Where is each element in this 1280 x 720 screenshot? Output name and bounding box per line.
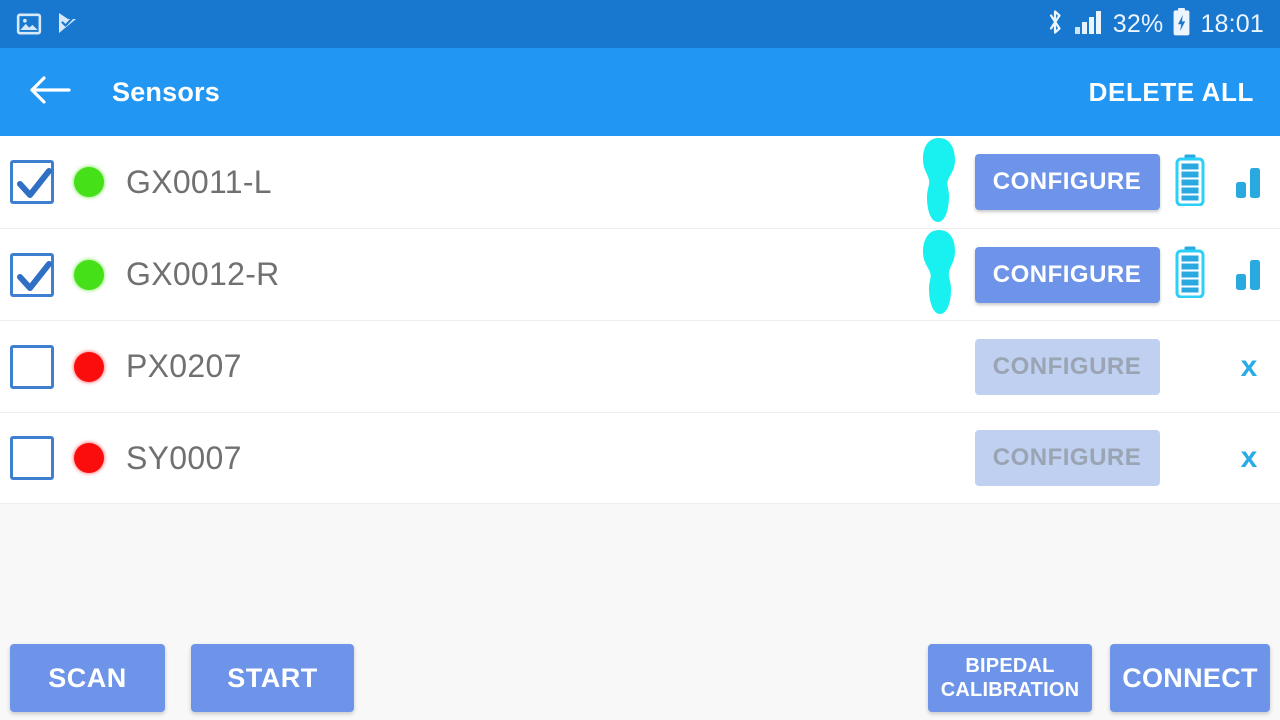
- signal-slot: x: [1218, 350, 1280, 384]
- battery-level-icon: [1173, 246, 1207, 303]
- sensor-name-label: GX0011-L: [126, 163, 272, 200]
- sensor-name-label: SY0007: [126, 439, 242, 476]
- battery-percent-label: 32%: [1112, 9, 1164, 38]
- sensor-row[interactable]: SY0007 CONFIGURE x: [0, 412, 1280, 504]
- back-arrow-icon: [27, 73, 73, 112]
- configure-button[interactable]: CONFIGURE: [974, 154, 1160, 210]
- bottom-action-bar: SCAN START BIPEDAL CALIBRATION CONNECT: [0, 636, 1280, 720]
- sensor-checkbox[interactable]: [10, 160, 54, 204]
- bipedal-label-line2: CALIBRATION: [940, 679, 1080, 701]
- configure-slot: CONFIGURE: [972, 338, 1162, 395]
- configure-slot: CONFIGURE: [972, 430, 1162, 486]
- toolbar: Sensors DELETE ALL: [0, 48, 1280, 136]
- sensor-status-dot: [74, 351, 104, 382]
- footprint-slot: [906, 136, 972, 229]
- status-bar-left-icons: [16, 11, 80, 37]
- page-title: Sensors: [112, 76, 220, 107]
- status-bar: 32% 18:01: [0, 0, 1280, 48]
- back-button[interactable]: [22, 64, 78, 120]
- sensor-row[interactable]: PX0207 CONFIGURE x: [0, 320, 1280, 412]
- clock-label: 18:01: [1200, 9, 1264, 38]
- connect-button[interactable]: CONNECT: [1110, 644, 1270, 712]
- left-footprint-icon: [919, 136, 959, 229]
- cell-signal-icon: [1074, 9, 1104, 40]
- start-button[interactable]: START: [191, 644, 354, 712]
- footprint-slot: [906, 228, 972, 321]
- delete-all-button[interactable]: DELETE ALL: [1085, 69, 1258, 116]
- configure-slot: CONFIGURE: [972, 246, 1162, 303]
- battery-level-icon: [1173, 154, 1207, 211]
- sensor-checkbox[interactable]: [10, 252, 54, 297]
- sensor-name-label: GX0012-R: [126, 256, 280, 292]
- signal-slot: [1218, 252, 1280, 297]
- app-root: 32% 18:01 Sensors DELETE ALL GX0011-L CO…: [0, 0, 1280, 720]
- bipedal-calibration-button[interactable]: BIPEDAL CALIBRATION: [928, 644, 1092, 712]
- sensor-name-label: PX0207: [126, 348, 242, 384]
- sensor-row-controls: CONFIGURE: [906, 136, 1280, 228]
- sensor-status-dot: [74, 443, 104, 473]
- configure-button: CONFIGURE: [974, 430, 1160, 486]
- signal-bars-icon: [1232, 160, 1266, 205]
- configure-button[interactable]: CONFIGURE: [974, 246, 1160, 303]
- sensor-checkbox[interactable]: [10, 436, 54, 480]
- status-bar-right-icons: 32% 18:01: [1045, 7, 1264, 42]
- remove-sensor-x-icon[interactable]: x: [1241, 441, 1258, 475]
- sensor-row[interactable]: GX0011-L CONFIGURE: [0, 136, 1280, 228]
- check-flag-icon: [56, 11, 80, 37]
- battery-slot: [1162, 246, 1218, 303]
- configure-button: CONFIGURE: [974, 338, 1160, 395]
- battery-slot: [1162, 154, 1218, 211]
- sensor-checkbox[interactable]: [10, 344, 54, 389]
- right-footprint-icon: [919, 228, 959, 321]
- image-icon: [16, 11, 42, 37]
- bipedal-label-line1: BIPEDAL: [965, 655, 1055, 677]
- signal-bars-icon: [1232, 252, 1266, 297]
- scan-button[interactable]: SCAN: [10, 644, 165, 712]
- signal-slot: [1218, 160, 1280, 205]
- sensor-status-dot: [74, 259, 104, 290]
- sensor-row-controls: CONFIGURE x: [906, 413, 1280, 503]
- sensor-row[interactable]: GX0012-R CONFIGURE: [0, 228, 1280, 320]
- sensor-row-controls: CONFIGURE: [906, 229, 1280, 320]
- configure-slot: CONFIGURE: [972, 154, 1162, 210]
- battery-charging-icon: [1172, 7, 1191, 42]
- signal-slot: x: [1218, 441, 1280, 475]
- remove-sensor-x-icon[interactable]: x: [1241, 350, 1258, 384]
- bluetooth-icon: [1045, 7, 1065, 42]
- sensor-status-dot: [74, 167, 104, 197]
- sensor-list: GX0011-L CONFIGURE GX0012-R CONFIGURE PX…: [0, 136, 1280, 504]
- sensor-row-controls: CONFIGURE x: [906, 321, 1280, 412]
